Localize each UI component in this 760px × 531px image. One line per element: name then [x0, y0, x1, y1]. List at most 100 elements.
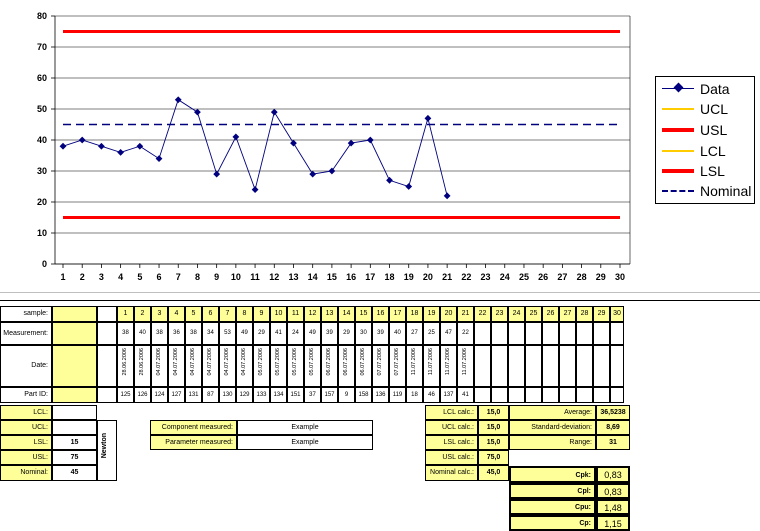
date-cell[interactable]	[474, 345, 491, 387]
part-id-cell[interactable]: 158	[355, 387, 372, 403]
date-cell[interactable]: 06.07.2006	[338, 345, 355, 387]
component-value[interactable]: Example	[237, 420, 373, 435]
date-cell[interactable]: 11.07.2006	[406, 345, 423, 387]
date-cell[interactable]: 04.07.2006	[151, 345, 168, 387]
part-id-cell[interactable]: 129	[236, 387, 253, 403]
date-cell[interactable]: 11.07.2006	[440, 345, 457, 387]
date-cell[interactable]	[508, 345, 525, 387]
measurement-cell[interactable]: 49	[236, 322, 253, 345]
part-id-cell[interactable]: 133	[253, 387, 270, 403]
date-cell[interactable]: 06.07.2006	[321, 345, 338, 387]
date-cell[interactable]: 07.07.2006	[389, 345, 406, 387]
data-point	[270, 108, 278, 116]
date-cell[interactable]	[525, 345, 542, 387]
date-cell[interactable]: 04.07.2006	[202, 345, 219, 387]
date-cell[interactable]: 05.07.2006	[287, 345, 304, 387]
measurement-cell[interactable]: 29	[253, 322, 270, 345]
part-id-cell[interactable]: 119	[389, 387, 406, 403]
part-id-cell[interactable]: 37	[304, 387, 321, 403]
date-cell[interactable]	[610, 345, 624, 387]
part-id-cell[interactable]: 127	[168, 387, 185, 403]
date-cell[interactable]: 04.07.2006	[219, 345, 236, 387]
measurement-cell[interactable]: 38	[117, 322, 134, 345]
date-cell[interactable]: 06.07.2006	[355, 345, 372, 387]
nominal-calc-value: 45,0	[478, 465, 509, 481]
measurement-cell[interactable]: 36	[168, 322, 185, 345]
sample-label: sample:	[0, 306, 52, 322]
date-cell[interactable]	[576, 345, 593, 387]
measurement-cell[interactable]: 53	[219, 322, 236, 345]
measurement-cell[interactable]: 39	[372, 322, 389, 345]
part-id-cell[interactable]	[491, 387, 508, 403]
measurement-cell[interactable]: 24	[287, 322, 304, 345]
measurement-cell[interactable]: 41	[270, 322, 287, 345]
part-id-cell[interactable]: 157	[321, 387, 338, 403]
date-cell[interactable]: 05.07.2006	[304, 345, 321, 387]
measurement-cell[interactable]	[559, 322, 576, 345]
date-cell[interactable]: 04.07.2006	[236, 345, 253, 387]
nominal-value[interactable]: 45	[52, 465, 97, 481]
part-id-cell[interactable]	[559, 387, 576, 403]
ucl-value[interactable]	[52, 420, 97, 435]
part-id-cell[interactable]	[593, 387, 610, 403]
measurement-cell[interactable]	[525, 322, 542, 345]
date-cell[interactable]	[542, 345, 559, 387]
usl-value[interactable]: 75	[52, 450, 97, 465]
date-cell[interactable]: 28.06.2006	[117, 345, 134, 387]
date-cell[interactable]: 28.06.2006	[134, 345, 151, 387]
part-id-cell[interactable]: 124	[151, 387, 168, 403]
part-id-cell[interactable]: 87	[202, 387, 219, 403]
measurement-cell[interactable]	[491, 322, 508, 345]
date-cell[interactable]: 11.07.2006	[423, 345, 440, 387]
part-id-cell[interactable]: 134	[270, 387, 287, 403]
measurement-cell[interactable]: 40	[389, 322, 406, 345]
part-id-cell[interactable]: 136	[372, 387, 389, 403]
parameter-value[interactable]: Example	[237, 435, 373, 450]
part-id-cell[interactable]: 41	[457, 387, 474, 403]
part-id-cell[interactable]: 151	[287, 387, 304, 403]
date-cell[interactable]: 05.07.2006	[270, 345, 287, 387]
measurement-cell[interactable]: 22	[457, 322, 474, 345]
part-id-cell[interactable]: 131	[185, 387, 202, 403]
measurement-cell[interactable]: 47	[440, 322, 457, 345]
part-id-cell[interactable]: 125	[117, 387, 134, 403]
measurement-cell[interactable]: 29	[338, 322, 355, 345]
date-cell[interactable]: 11.07.2006	[457, 345, 474, 387]
lcl-value[interactable]	[52, 405, 97, 420]
part-id-cell[interactable]: 137	[440, 387, 457, 403]
measurement-cell[interactable]	[593, 322, 610, 345]
measurement-cell[interactable]	[610, 322, 624, 345]
measurement-cell[interactable]	[576, 322, 593, 345]
date-cell[interactable]: 04.07.2006	[168, 345, 185, 387]
measurement-cell[interactable]: 25	[423, 322, 440, 345]
measurement-cell[interactable]	[542, 322, 559, 345]
part-id-cell[interactable]	[610, 387, 624, 403]
measurement-cell[interactable]: 30	[355, 322, 372, 345]
date-cell[interactable]: 04.07.2006	[185, 345, 202, 387]
part-id-cell[interactable]	[542, 387, 559, 403]
date-cell[interactable]	[559, 345, 576, 387]
measurement-cell[interactable]: 40	[134, 322, 151, 345]
part-id-cell[interactable]: 18	[406, 387, 423, 403]
part-id-cell[interactable]: 130	[219, 387, 236, 403]
part-id-cell[interactable]	[576, 387, 593, 403]
measurement-cell[interactable]: 27	[406, 322, 423, 345]
measurement-cell[interactable]: 39	[321, 322, 338, 345]
part-id-cell[interactable]	[508, 387, 525, 403]
part-id-cell[interactable]	[474, 387, 491, 403]
measurement-cell[interactable]: 34	[202, 322, 219, 345]
date-cell[interactable]	[491, 345, 508, 387]
measurement-cell[interactable]: 38	[151, 322, 168, 345]
part-id-cell[interactable]: 9	[338, 387, 355, 403]
part-id-cell[interactable]: 46	[423, 387, 440, 403]
lsl-value[interactable]: 15	[52, 435, 97, 450]
date-cell[interactable]: 05.07.2006	[253, 345, 270, 387]
date-cell[interactable]	[593, 345, 610, 387]
part-id-cell[interactable]: 126	[134, 387, 151, 403]
measurement-cell[interactable]	[508, 322, 525, 345]
date-cell[interactable]: 07.07.2006	[372, 345, 389, 387]
measurement-cell[interactable]	[474, 322, 491, 345]
part-id-cell[interactable]	[525, 387, 542, 403]
measurement-cell[interactable]: 38	[185, 322, 202, 345]
measurement-cell[interactable]: 49	[304, 322, 321, 345]
